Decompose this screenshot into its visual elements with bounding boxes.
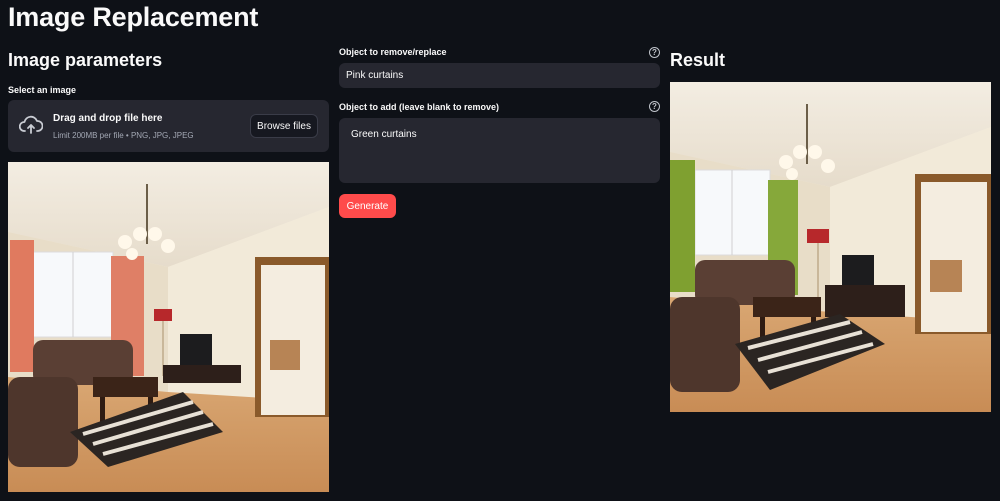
generate-button[interactable]: Generate — [339, 194, 396, 218]
curtain-left — [10, 240, 34, 372]
help-icon[interactable]: ? — [649, 47, 660, 58]
add-field-label: Object to add (leave blank to remove) — [339, 102, 500, 112]
original-image — [8, 162, 329, 492]
image-parameters-title: Image parameters — [8, 50, 163, 70]
file-uploader-dropzone[interactable]: Drag and drop file here Limit 200MB per … — [8, 100, 329, 152]
browse-files-button[interactable]: Browse files — [250, 114, 318, 138]
upload-limit-text: Limit 200MB per file • PNG, JPG, JPEG — [53, 131, 194, 140]
select-image-label: Select an image — [8, 85, 77, 95]
upload-instruction: Drag and drop file here — [53, 113, 163, 124]
curtain-left — [670, 160, 695, 292]
remove-field-label: Object to remove/replace — [339, 47, 447, 57]
result-image — [670, 82, 991, 412]
result-title: Result — [670, 50, 726, 70]
remove-object-input[interactable]: Pink curtains — [339, 63, 660, 88]
cloud-upload-icon — [19, 115, 43, 134]
help-icon[interactable]: ? — [649, 101, 660, 112]
add-object-textarea[interactable]: Green curtains — [339, 118, 660, 183]
app-title: Image Replacement — [8, 2, 259, 32]
